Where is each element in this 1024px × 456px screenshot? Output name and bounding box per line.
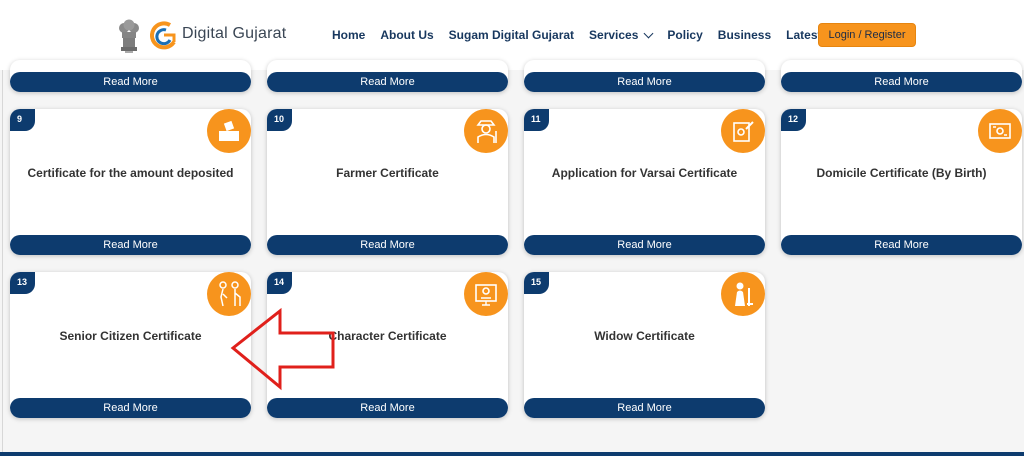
- nav-home-label: Home: [332, 28, 366, 42]
- deposit-icon: [207, 109, 251, 153]
- site-logo-text[interactable]: Digital Gujarat: [182, 25, 286, 43]
- nav-policy[interactable]: Policy: [667, 28, 702, 42]
- card-number: 12: [781, 109, 806, 131]
- card-number: 10: [267, 109, 292, 131]
- read-more-button[interactable]: Read More: [524, 398, 765, 418]
- card-number: 11: [524, 109, 549, 131]
- certificate-application-icon: [721, 109, 765, 153]
- read-more-button[interactable]: Read More: [781, 235, 1022, 255]
- nav-about-us[interactable]: About Us: [380, 28, 433, 42]
- card-title: Application for Varsai Certificate: [551, 166, 738, 180]
- read-more-button[interactable]: Read More: [267, 398, 508, 418]
- nav-business-label: Business: [717, 28, 772, 42]
- card-number: 14: [267, 272, 292, 294]
- read-more-button[interactable]: Read More: [267, 235, 508, 255]
- read-more-button[interactable]: Read More: [781, 72, 1022, 92]
- nav-sugam-label: Sugam Digital Gujarat: [448, 28, 575, 42]
- main-nav: Home About Us Sugam Digital Gujarat Serv…: [332, 28, 881, 42]
- red-arrow-annotation-icon: [230, 307, 335, 391]
- service-card[interactable]: 13 Senior Citizen Certificate Read More: [10, 272, 251, 418]
- digital-gujarat-logo-icon[interactable]: [150, 20, 178, 50]
- read-more-button[interactable]: Read More: [10, 72, 251, 92]
- nav-home[interactable]: Home: [332, 28, 365, 42]
- domicile-certificate-icon: [978, 109, 1022, 153]
- state-emblem-icon: [119, 19, 139, 53]
- nav-sugam-digital-gujarat[interactable]: Sugam Digital Gujarat: [449, 28, 574, 42]
- card-title: Farmer Certificate: [336, 166, 439, 180]
- service-card[interactable]: 12 Domicile Certificate (By Birth) Read …: [781, 109, 1022, 255]
- card-title: Senior Citizen Certificate: [59, 329, 202, 343]
- nav-business[interactable]: Business: [718, 28, 771, 42]
- service-card[interactable]: 15 Widow Certificate Read More: [524, 272, 765, 418]
- read-more-button[interactable]: Read More: [10, 235, 251, 255]
- widow-icon: [721, 272, 765, 316]
- card-partial-4: Read More: [781, 60, 1022, 92]
- chevron-down-icon: [643, 28, 654, 38]
- footer-bar: [0, 452, 1024, 456]
- service-card[interactable]: 10 Farmer Certificate Read More: [267, 109, 508, 255]
- login-register-button[interactable]: Login / Register: [818, 23, 916, 47]
- nav-services-label: Services: [589, 28, 639, 42]
- character-certificate-icon: [464, 272, 508, 316]
- card-number: 9: [10, 109, 35, 131]
- read-more-button[interactable]: Read More: [267, 72, 508, 92]
- read-more-button[interactable]: Read More: [524, 72, 765, 92]
- nav-about-us-label: About Us: [380, 28, 434, 42]
- card-title: Widow Certificate: [594, 329, 695, 343]
- read-more-button[interactable]: Read More: [524, 235, 765, 255]
- page-left-border: [2, 70, 3, 456]
- card-number: 13: [10, 272, 35, 294]
- card-title: Domicile Certificate (By Birth): [816, 166, 987, 180]
- nav-policy-label: Policy: [667, 28, 703, 42]
- card-number: 15: [524, 272, 549, 294]
- card-title: Certificate for the amount deposited: [27, 166, 234, 180]
- read-more-button[interactable]: Read More: [10, 398, 251, 418]
- card-partial-1: Read More: [10, 60, 251, 92]
- service-card[interactable]: 9 Certificate for the amount deposited R…: [10, 109, 251, 255]
- farmer-icon: [464, 109, 508, 153]
- card-partial-2: Read More: [267, 60, 508, 92]
- service-card[interactable]: 11 Application for Varsai Certificate Re…: [524, 109, 765, 255]
- card-partial-3: Read More: [524, 60, 765, 92]
- nav-services[interactable]: Services: [589, 28, 654, 42]
